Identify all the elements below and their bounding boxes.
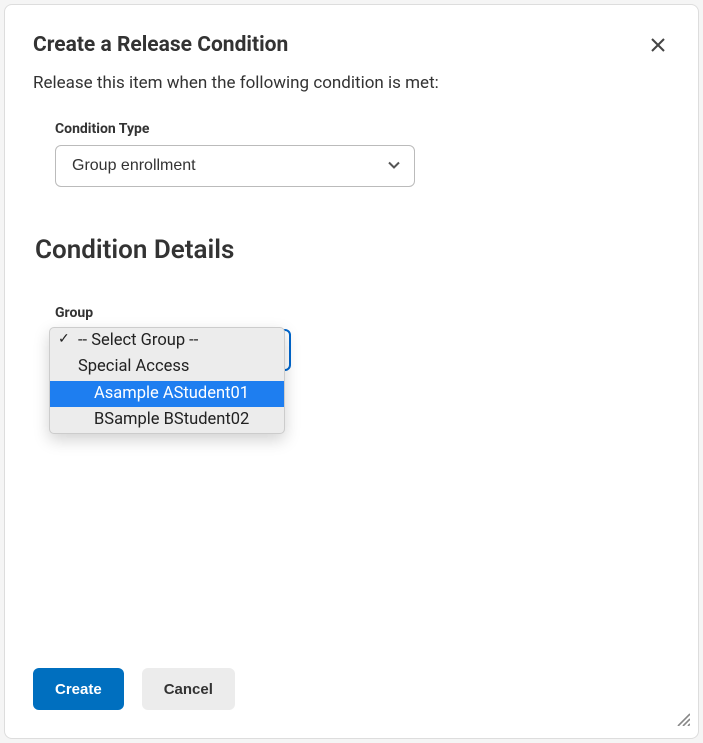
dialog-title: Create a Release Condition (33, 33, 288, 57)
dialog-header: Create a Release Condition (33, 33, 670, 57)
cancel-button[interactable]: Cancel (142, 668, 235, 710)
group-option[interactable]: Special Access (50, 354, 284, 380)
create-button[interactable]: Create (33, 668, 124, 710)
release-condition-dialog: Create a Release Condition Release this … (4, 4, 699, 739)
dialog-footer: Create Cancel (33, 648, 670, 710)
dialog-subtitle: Release this item when the following con… (33, 73, 670, 93)
condition-type-select-wrap: Group enrollment (55, 145, 415, 187)
condition-type-value: Group enrollment (72, 157, 196, 175)
condition-type-select[interactable]: Group enrollment (55, 145, 415, 187)
group-option[interactable]: BSample BStudent02 (50, 407, 284, 433)
group-label: Group (55, 305, 670, 321)
condition-details-heading: Condition Details (35, 235, 670, 265)
resize-handle-icon[interactable] (674, 710, 690, 730)
group-field: Group -- Select Group -- -- Select Group… (33, 305, 670, 371)
group-option[interactable]: Asample AStudent01 (50, 381, 284, 407)
close-icon (650, 37, 666, 53)
group-option[interactable]: -- Select Group -- (50, 328, 284, 354)
group-select-wrap: -- Select Group -- -- Select Group --Spe… (55, 329, 291, 371)
close-button[interactable] (646, 33, 670, 57)
condition-type-field: Condition Type Group enrollment (33, 121, 670, 187)
condition-type-label: Condition Type (55, 121, 670, 137)
group-dropdown[interactable]: -- Select Group --Special AccessAsample … (49, 327, 285, 434)
